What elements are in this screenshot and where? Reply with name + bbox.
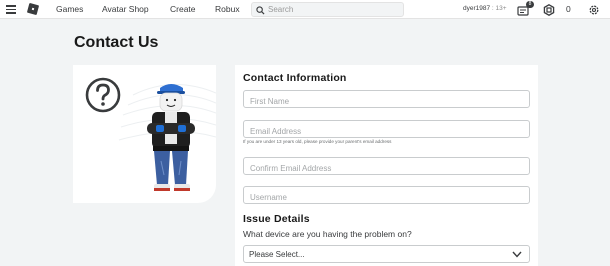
page-title: Contact Us bbox=[74, 34, 159, 51]
chevron-down-icon bbox=[512, 251, 522, 258]
robux-balance[interactable]: 0 bbox=[566, 4, 571, 14]
search-input[interactable] bbox=[268, 4, 400, 15]
username-label[interactable]: dyer1987 bbox=[463, 5, 490, 12]
first-name-input[interactable] bbox=[244, 93, 529, 110]
robux-icon[interactable] bbox=[543, 3, 555, 21]
username-field[interactable] bbox=[243, 186, 530, 206]
user-age-label: : 13+ bbox=[491, 5, 507, 12]
roblox-logo[interactable] bbox=[26, 2, 40, 16]
device-question-label: What device are you having the problem o… bbox=[243, 229, 412, 239]
notifications-badge: 8 bbox=[526, 1, 534, 8]
help-illustration-card bbox=[73, 65, 216, 203]
confirm-email-field[interactable] bbox=[243, 157, 530, 177]
username-input[interactable] bbox=[244, 189, 529, 206]
search-box[interactable] bbox=[251, 2, 404, 17]
email-hint: If you are under 13 years old, please pr… bbox=[243, 139, 392, 144]
device-select[interactable]: Please Select... bbox=[243, 245, 530, 263]
nav-link-create[interactable]: Create bbox=[170, 4, 196, 14]
email-field[interactable] bbox=[243, 120, 530, 140]
user-info[interactable]: dyer1987 : 13+ bbox=[463, 5, 507, 12]
hamburger-menu-icon[interactable] bbox=[6, 5, 16, 14]
contact-form-card: Contact Information If you are under 13 … bbox=[235, 65, 538, 266]
nav-link-avatar-shop[interactable]: Avatar Shop bbox=[102, 4, 149, 14]
gear-icon[interactable] bbox=[588, 3, 600, 21]
top-navigation-bar: Games Avatar Shop Create Robux dyer1987 … bbox=[0, 0, 610, 19]
contact-information-heading: Contact Information bbox=[243, 72, 347, 84]
question-mark-icon bbox=[85, 77, 121, 118]
device-select-value: Please Select... bbox=[249, 250, 305, 259]
search-icon bbox=[256, 6, 265, 15]
first-name-field[interactable] bbox=[243, 90, 530, 110]
email-input[interactable] bbox=[244, 123, 529, 140]
avatar-figure bbox=[143, 81, 199, 198]
confirm-email-input[interactable] bbox=[244, 160, 529, 177]
nav-link-robux[interactable]: Robux bbox=[215, 4, 240, 14]
nav-link-games[interactable]: Games bbox=[56, 4, 83, 14]
issue-details-heading: Issue Details bbox=[243, 213, 310, 225]
